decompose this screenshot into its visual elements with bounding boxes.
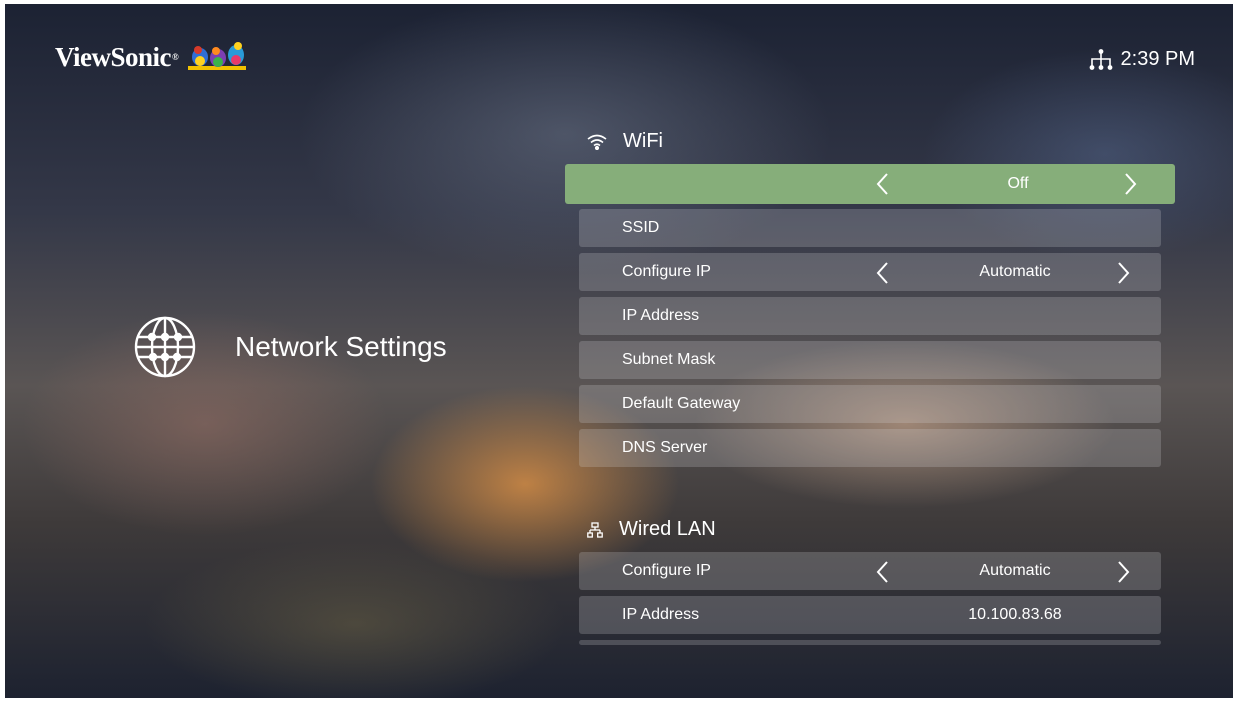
- row-label: SSID: [622, 219, 660, 236]
- row-value: Automatic: [979, 263, 1051, 280]
- lan-next-row-partial[interactable]: [579, 640, 1161, 645]
- lan-icon: [587, 521, 603, 538]
- row-label: Subnet Mask: [622, 351, 716, 368]
- wifi-ip-address-row[interactable]: IP Address: [579, 297, 1161, 335]
- birds-logo-icon: [188, 42, 247, 70]
- chevron-left-icon[interactable]: [875, 560, 889, 584]
- projector-screen: ViewSonic ® 2:39 PM Network Settings WiF…: [5, 4, 1233, 698]
- brand-name: ViewSonic: [55, 41, 172, 72]
- row-value: 10.100.83.68: [968, 606, 1062, 623]
- row-label: IP Address: [622, 606, 700, 623]
- status-clock: 2:39 PM: [1089, 48, 1195, 71]
- row-label: DNS Server: [622, 439, 708, 456]
- clock-time: 2:39 PM: [1120, 48, 1195, 70]
- viewsonic-logo: ViewSonic ®: [55, 40, 248, 74]
- chevron-left-icon[interactable]: [875, 172, 889, 196]
- network-tree-icon: [1089, 48, 1112, 70]
- page-title-label: Network Settings: [235, 331, 447, 362]
- chevron-right-icon[interactable]: [1117, 560, 1131, 584]
- wifi-subnet-mask-row[interactable]: Subnet Mask: [579, 341, 1161, 379]
- row-label: IP Address: [622, 307, 700, 324]
- wifi-toggle-value: Off: [1007, 175, 1029, 192]
- globe-icon: [134, 316, 196, 378]
- lan-configure-ip-row[interactable]: Configure IP Automatic: [579, 552, 1161, 590]
- row-label: Configure IP: [622, 562, 711, 579]
- wifi-configure-ip-row[interactable]: Configure IP Automatic: [579, 253, 1161, 291]
- wifi-heading: WiFi: [587, 130, 663, 153]
- row-label: Configure IP: [622, 263, 711, 280]
- wifi-default-gateway-row[interactable]: Default Gateway: [579, 385, 1161, 423]
- page-title: Network Settings: [133, 315, 447, 379]
- chevron-right-icon[interactable]: [1124, 172, 1138, 196]
- wifi-heading-label: WiFi: [623, 130, 663, 152]
- chevron-right-icon[interactable]: [1117, 261, 1131, 285]
- chevron-left-icon[interactable]: [875, 261, 889, 285]
- wifi-icon: [587, 134, 607, 150]
- lan-ip-address-row[interactable]: IP Address 10.100.83.68: [579, 596, 1161, 634]
- row-value: Automatic: [979, 562, 1051, 579]
- wifi-ssid-row[interactable]: SSID: [579, 209, 1161, 247]
- lan-heading: Wired LAN: [587, 518, 716, 541]
- row-label: Default Gateway: [622, 395, 741, 412]
- wifi-dns-server-row[interactable]: DNS Server: [579, 429, 1161, 467]
- registered-mark: ®: [172, 52, 179, 62]
- wifi-toggle-row[interactable]: Off: [565, 164, 1175, 204]
- lan-heading-label: Wired LAN: [619, 518, 716, 540]
